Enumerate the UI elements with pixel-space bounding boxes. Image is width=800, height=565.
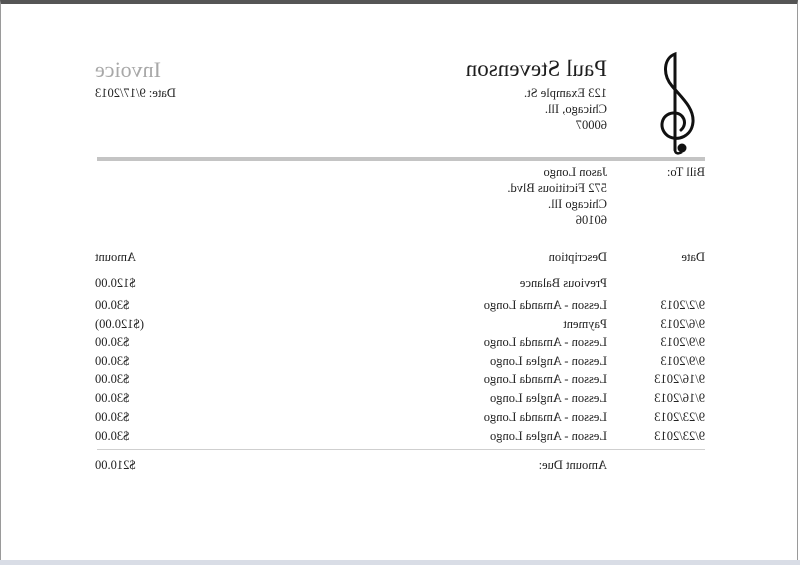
bill-to-line: Chicago Ill. xyxy=(547,197,607,211)
row-amount: $30.00 xyxy=(95,429,130,443)
row-date: 9/23/2013 xyxy=(654,410,705,424)
row-description: Lesson - Amanda Longo xyxy=(483,410,607,424)
amount-due-label: Amount Due: xyxy=(538,458,607,472)
invoice-title: Invoice xyxy=(95,57,161,82)
row-date: 9/16/2013 xyxy=(654,372,705,386)
row-description: Lesson - Amanda Longo xyxy=(483,335,607,349)
bill-to-line: 60106 xyxy=(575,213,607,227)
row-amount: $30.00 xyxy=(95,335,130,349)
row-description: Lesson - Anglea Longo xyxy=(490,391,607,405)
row-description: Payment xyxy=(563,317,607,331)
invoice-date: Date: 9/17/2013 xyxy=(95,86,176,100)
invoice-page: Paul Stevenson 123 Example St. Chicago, … xyxy=(0,0,800,565)
sender-address-line: 123 Example St. xyxy=(524,86,607,100)
total-divider xyxy=(97,449,705,450)
sender-address-line: 60007 xyxy=(575,118,607,132)
row-date: 9/16/2013 xyxy=(654,391,705,405)
row-date: 9/9/2013 xyxy=(660,354,705,368)
row-amount: $30.00 xyxy=(95,298,130,312)
row-amount: $30.00 xyxy=(95,410,130,424)
sender-address-line: Chicago, Ill. xyxy=(544,102,607,116)
row-description: Lesson - Amanda Longo xyxy=(483,298,607,312)
column-header-description: Description xyxy=(548,250,607,264)
treble-clef-icon xyxy=(660,51,695,155)
row-date: 9/23/2013 xyxy=(654,429,705,443)
row-date: 9/9/2013 xyxy=(660,335,705,349)
previous-balance-amount: $120.00 xyxy=(95,276,136,290)
amount-due-value: $210.00 xyxy=(95,458,136,472)
row-description: Lesson - Anglea Longo xyxy=(490,429,607,443)
header-divider xyxy=(97,157,705,161)
row-date: 9/2/2013 xyxy=(660,298,705,312)
row-amount: $30.00 xyxy=(95,372,130,386)
bill-to-line: 572 Fictitious Blvd. xyxy=(507,181,607,195)
sender-name: Paul Stevenson xyxy=(465,56,607,81)
row-amount: $30.00 xyxy=(95,391,130,405)
row-description: Lesson - Amanda Longo xyxy=(483,372,607,386)
row-description: Lesson - Anglea Longo xyxy=(490,354,607,368)
row-amount: $30.00 xyxy=(95,354,130,368)
row-date: 9/6/2013 xyxy=(660,317,705,331)
bill-to-line: Jason Longo xyxy=(543,165,607,179)
previous-balance-label: Previous Balance xyxy=(519,276,607,290)
column-header-date: Date xyxy=(681,250,705,264)
bill-to-label: Bill To: xyxy=(666,165,705,179)
column-header-amount: Amount xyxy=(95,250,136,264)
row-amount: ($120.00) xyxy=(95,317,144,331)
